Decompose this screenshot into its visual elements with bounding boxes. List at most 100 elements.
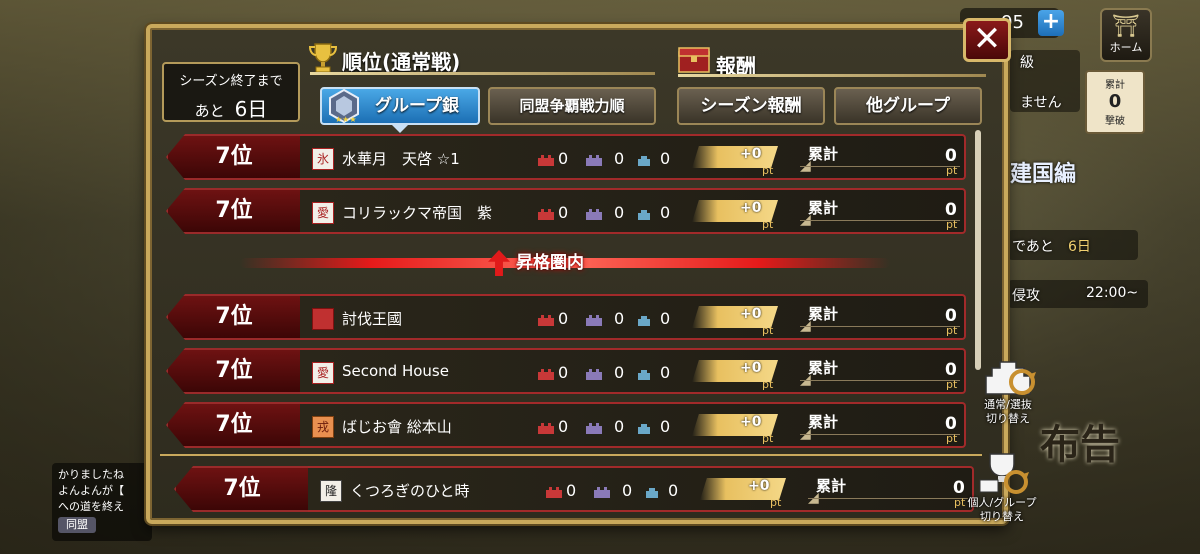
total-underline bbox=[800, 220, 960, 221]
castle-red-icon bbox=[538, 369, 554, 380]
chat-alliance-tag[interactable]: 同盟 bbox=[58, 517, 96, 533]
trophy-switch-icon bbox=[979, 453, 1029, 494]
stat-purple: 0 bbox=[622, 481, 633, 500]
stat-blue: 0 bbox=[660, 203, 671, 222]
rank-label: 7位 bbox=[166, 188, 302, 234]
total-unit: pt bbox=[946, 432, 958, 445]
total-unit: pt bbox=[946, 378, 958, 391]
background-remaining-label: であと bbox=[1012, 239, 1054, 255]
ranking-row[interactable]: 7位 氷 水華月 天啓 ☆1 0 0 0 +0 pt ◢ 累計 0 pt bbox=[160, 134, 972, 180]
treasure-box-icon bbox=[678, 47, 710, 73]
rank-label: 7位 bbox=[166, 348, 302, 394]
stat-purple: 0 bbox=[614, 363, 625, 382]
pt-gain-value: +0 bbox=[740, 146, 762, 162]
castle-purple-icon bbox=[586, 315, 602, 326]
castle-blue-icon bbox=[638, 370, 650, 380]
ranking-row[interactable]: 7位 愛 Second House 0 0 0 +0 pt ◢ 累計 0 pt bbox=[160, 348, 972, 394]
castle-blue-icon bbox=[638, 424, 650, 434]
stat-blue: 0 bbox=[660, 417, 671, 436]
season-remaining-days: 6日 bbox=[234, 97, 268, 121]
stat-blue: 0 bbox=[660, 363, 671, 382]
home-label: ホーム bbox=[1109, 41, 1143, 54]
background-no-text: ません bbox=[1020, 95, 1062, 111]
total-unit: pt bbox=[946, 218, 958, 231]
stat-red: 0 bbox=[558, 149, 569, 168]
group-flag-icon: 氷 bbox=[312, 148, 334, 170]
pt-gain-value: +0 bbox=[740, 360, 762, 376]
group-name: 水華月 天啓 ☆1 bbox=[342, 150, 460, 168]
pt-gain-unit: pt bbox=[762, 164, 774, 177]
group-flag-icon: 愛 bbox=[312, 362, 334, 384]
total-label: 累計 bbox=[808, 413, 839, 431]
stat-purple: 0 bbox=[614, 417, 625, 436]
tab-other-groups[interactable]: 他グループ bbox=[834, 87, 982, 125]
group-flag-icon: 戎 bbox=[312, 416, 334, 438]
tab-alliance-power[interactable]: 同盟争覇戦力順 bbox=[488, 87, 656, 125]
stat-blue: 0 bbox=[660, 149, 671, 168]
pt-gain-value: +0 bbox=[748, 478, 770, 494]
svg-text:★★★: ★★★ bbox=[335, 115, 357, 124]
stat-red: 0 bbox=[566, 481, 577, 500]
total-unit: pt bbox=[946, 324, 958, 337]
total-label: 累計 bbox=[808, 199, 839, 217]
attack-time: 22:00~ bbox=[1086, 285, 1139, 301]
rank-label: 7位 bbox=[174, 466, 310, 512]
rank-label: 7位 bbox=[166, 294, 302, 340]
total-underline bbox=[800, 166, 960, 167]
tab-season-reward[interactable]: シーズン報酬 bbox=[677, 87, 825, 125]
stat-blue: 0 bbox=[668, 481, 679, 500]
ranking-row[interactable]: 7位 愛 コリラックマ帝国 紫 0 0 0 +0 pt ◢ 累計 0 pt bbox=[160, 188, 972, 234]
pt-gain-unit: pt bbox=[762, 218, 774, 231]
castle-red-icon bbox=[538, 423, 554, 434]
total-value: 0 bbox=[945, 360, 957, 380]
chat-line: かりましたね bbox=[58, 468, 124, 481]
group-flag-icon: 愛 bbox=[312, 202, 334, 224]
total-label: 累計 bbox=[808, 145, 839, 163]
reward-header-line bbox=[678, 74, 986, 77]
add-currency-button[interactable]: + bbox=[1038, 10, 1064, 36]
switch-label: 通常/選抜 bbox=[984, 398, 1032, 411]
rank-label: 7位 bbox=[166, 402, 302, 448]
stat-red: 0 bbox=[558, 417, 569, 436]
stat-purple: 0 bbox=[614, 149, 625, 168]
promotion-zone-marker: 昇格圏内 bbox=[240, 248, 890, 278]
castle-blue-icon bbox=[638, 316, 650, 326]
scrollbar[interactable] bbox=[975, 130, 981, 370]
pt-gain-value: +0 bbox=[740, 414, 762, 430]
total-label: 累計 bbox=[808, 305, 839, 323]
announce-text: 布告 bbox=[1040, 422, 1120, 468]
card-count: 0 bbox=[1108, 91, 1122, 112]
chat-preview[interactable]: かりましたね よんよんが【 への道を終え 同盟 bbox=[52, 463, 152, 541]
castle-red-icon bbox=[546, 487, 562, 498]
ranking-list[interactable]: 7位 氷 水華月 天啓 ☆1 0 0 0 +0 pt ◢ 累計 0 pt 7位 … bbox=[160, 130, 982, 450]
switch-sublabel: 切り替え bbox=[986, 412, 1030, 425]
list-divider bbox=[160, 454, 982, 456]
total-underline bbox=[800, 434, 960, 435]
background-remaining-days: 6日 bbox=[1068, 239, 1091, 255]
stat-blue: 0 bbox=[660, 309, 671, 328]
ranking-row[interactable]: 7位 討伐王國 0 0 0 +0 pt ◢ 累計 0 pt bbox=[160, 294, 972, 340]
stat-purple: 0 bbox=[614, 309, 625, 328]
castle-purple-icon bbox=[594, 487, 610, 498]
kill-count-card[interactable]: 累計 0 撃破 bbox=[1085, 70, 1145, 134]
total-unit: pt bbox=[946, 164, 958, 177]
switch-sublabel: 切り替え bbox=[980, 510, 1024, 523]
own-group-row[interactable]: 7位 隆 くつろぎのひと時 0 0 0 +0 pt ◢ 累計 0 pt bbox=[168, 466, 980, 512]
total-label: 累計 bbox=[816, 477, 847, 495]
stat-red: 0 bbox=[558, 309, 569, 328]
attack-label: 侵攻 bbox=[1012, 288, 1040, 304]
home-button[interactable]: ⛩ ホーム bbox=[1100, 8, 1152, 62]
total-value: 0 bbox=[945, 414, 957, 434]
group-name: 討伐王國 bbox=[342, 310, 403, 328]
card-unit: 撃破 bbox=[1105, 116, 1125, 127]
close-button[interactable]: ✕ bbox=[963, 18, 1011, 62]
individual-group-switch-button[interactable]: 個人/グループ 切り替え bbox=[964, 450, 1040, 526]
total-value: 0 bbox=[945, 200, 957, 220]
total-value: 0 bbox=[945, 306, 957, 326]
pt-gain-value: +0 bbox=[740, 200, 762, 216]
total-value: 0 bbox=[945, 146, 957, 166]
ranking-row[interactable]: 7位 戎 ばじお會 総本山 0 0 0 +0 pt ◢ 累計 0 pt bbox=[160, 402, 972, 448]
event-title: 建国編 bbox=[1010, 162, 1077, 187]
chat-line: よんよんが【 bbox=[58, 484, 124, 497]
normal-select-switch-button[interactable]: 通常/選抜 切り替え bbox=[970, 352, 1046, 428]
